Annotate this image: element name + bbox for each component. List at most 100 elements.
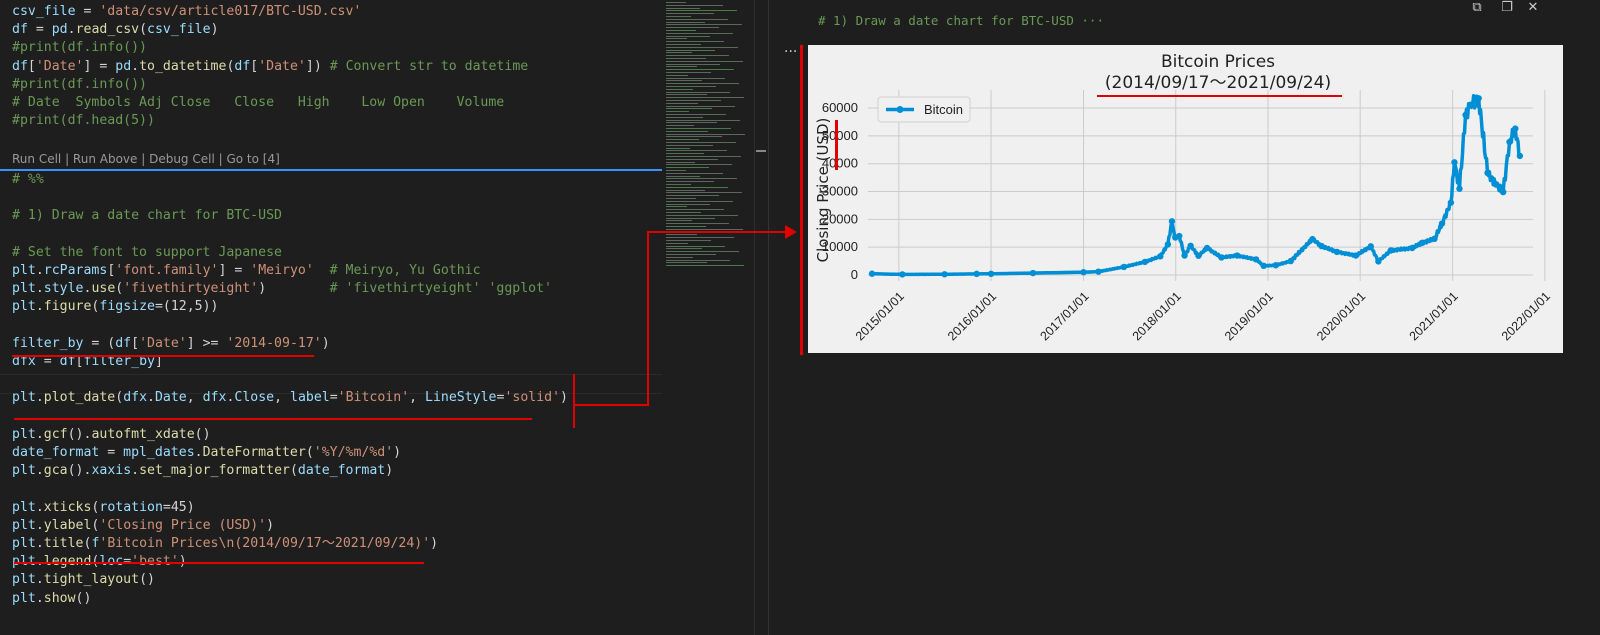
annotation-connector-vertical [573, 374, 575, 428]
code-line[interactable]: filter_by = (df['Date'] >= '2014-09-17') [12, 335, 330, 353]
x-tick-label: 2017/01/01 [1038, 289, 1092, 343]
data-point [1492, 181, 1500, 188]
minimap-line [666, 116, 703, 118]
minimap-line [666, 136, 722, 138]
code-line[interactable]: # %% [12, 171, 44, 189]
data-point [1456, 185, 1463, 192]
code-token: # Meiryo, Yu Gothic [329, 263, 481, 278]
code-token: date_format [297, 463, 386, 479]
code-token: ) [560, 390, 568, 406]
data-point [1157, 253, 1164, 260]
data-point [1484, 169, 1491, 177]
data-point [1260, 262, 1267, 270]
codelens-actions[interactable]: Run Cell | Run Above | Debug Cell | Go t… [12, 152, 280, 166]
data-point [1080, 269, 1087, 276]
code-line[interactable]: plt.plot_date(dfx.Date, dfx.Close, label… [12, 389, 568, 407]
scrollbar-thumb-marker[interactable] [756, 150, 766, 152]
code-line[interactable]: #print(df.info()) [12, 76, 147, 94]
annotation-connector-riser [647, 231, 649, 406]
close-icon[interactable]: ✕ [1524, 0, 1542, 15]
code-line[interactable]: plt.xticks(rotation=45) [12, 499, 195, 517]
code-token: to_datetime [139, 58, 227, 74]
minimap-line [666, 2, 686, 3]
code-token: plt [12, 517, 36, 533]
collapsed-cell-header[interactable]: # 1) Draw a date chart for BTC-USD ··· [818, 13, 1104, 28]
minimap-line [666, 164, 732, 166]
minimap-line [666, 237, 734, 239]
code-line[interactable]: plt.tight_layout() [12, 571, 155, 589]
data-point [1431, 235, 1438, 243]
minimap-line [666, 242, 688, 244]
editor-scrollbar[interactable] [754, 0, 769, 635]
x-tick-label: 2019/01/01 [1222, 289, 1276, 343]
code-line[interactable]: csv_file = 'data/csv/article017/BTC-USD.… [12, 3, 361, 21]
annotation-chart-left-bar [800, 45, 803, 355]
minimap-line [666, 24, 742, 26]
code-token: , [186, 390, 203, 406]
minimap-line [666, 97, 744, 99]
code-token: df [234, 58, 251, 74]
code-line[interactable]: # Date Symbols Adj Close Close High Low … [12, 94, 504, 112]
data-point [1516, 152, 1524, 160]
code-token: 'Date' [35, 58, 84, 74]
code-line[interactable]: plt.title(f'Bitcoin Prices\n(2014/09/17～… [12, 535, 438, 553]
code-token: 'fivethirtyeight' [123, 281, 259, 297]
code-line[interactable]: plt.gca().xaxis.set_major_formatter(date… [12, 462, 393, 480]
minimap-line [666, 251, 739, 253]
code-token: 'Closing Price (USD)' [99, 517, 267, 533]
data-point [973, 270, 980, 278]
data-point [1499, 188, 1507, 196]
minimap-line [666, 83, 739, 85]
minimap-line [666, 32, 733, 34]
minimap-line [666, 111, 689, 113]
code-line[interactable]: plt.show() [12, 590, 91, 608]
code-line[interactable]: plt.figure(figsize=(12,5)) [12, 298, 218, 316]
minimap-line [666, 60, 743, 62]
code-line[interactable]: #print(df.info()) [12, 39, 147, 57]
code-token: . [35, 390, 44, 406]
minimap-line [666, 265, 744, 267]
data-point [1367, 243, 1374, 250]
data-point [1120, 263, 1128, 271]
minimap-line [666, 198, 696, 199]
code-token: # Convert str to datetime [329, 58, 529, 74]
open-icon[interactable]: ❐ [1498, 0, 1516, 15]
code-line[interactable]: plt.ylabel('Closing Price (USD)') [12, 517, 274, 535]
code-token: # 1) Draw a date chart for BTC-USD [12, 208, 282, 224]
minimap-line [666, 184, 691, 185]
code-line[interactable]: # Set the font to support Japanese [12, 244, 282, 262]
code-line[interactable]: date_format = mpl_dates.DateFormatter('%… [12, 444, 401, 462]
y-axis-label: Closing Price (USD) [814, 118, 832, 263]
code-line[interactable]: # 1) Draw a date chart for BTC-USD [12, 207, 282, 225]
copy-icon[interactable]: ⧉ [1468, 0, 1486, 15]
annotation-connector-horizontal [573, 404, 649, 406]
code-token: # 'fivethirtyeight' 'ggplot' [329, 281, 552, 297]
code-token: . [35, 590, 44, 606]
code-token: gca [43, 463, 68, 479]
code-editor[interactable]: csv_file = 'data/csv/article017/BTC-USD.… [0, 0, 662, 635]
more-actions-icon[interactable]: ··· [784, 44, 797, 60]
chart-subtitle: (2014/09/17～2021/09/24) [1105, 73, 1331, 93]
code-token: (). [67, 426, 92, 442]
code-line[interactable]: df['Date'] = pd.to_datetime(df['Date']) … [12, 58, 528, 76]
annotation-title-code-underline [14, 562, 424, 564]
x-tick-label: 2022/01/01 [1499, 289, 1553, 343]
minimap-line [666, 10, 737, 12]
code-line[interactable]: plt.gcf().autofmt_xdate() [12, 426, 211, 444]
data-point [1318, 242, 1325, 250]
code-line[interactable]: df = pd.read_csv(csv_file) [12, 21, 219, 39]
code-token: csv_file [147, 22, 211, 38]
minimap-line [666, 186, 728, 188]
code-token: ]) [305, 58, 330, 74]
data-point [1333, 248, 1341, 256]
minimap[interactable] [662, 0, 754, 280]
minimap-line [666, 72, 711, 73]
code-line[interactable]: plt.style.use('fivethirtyeight') # 'five… [12, 280, 552, 298]
code-line[interactable]: plt.rcParams['font.family'] = 'Meiryo' #… [12, 262, 481, 280]
minimap-line [666, 46, 738, 48]
minimap-line [666, 144, 713, 146]
data-point [1233, 252, 1241, 259]
code-line[interactable]: #print(df.head(5)) [12, 112, 155, 130]
code-token: () [139, 572, 155, 588]
